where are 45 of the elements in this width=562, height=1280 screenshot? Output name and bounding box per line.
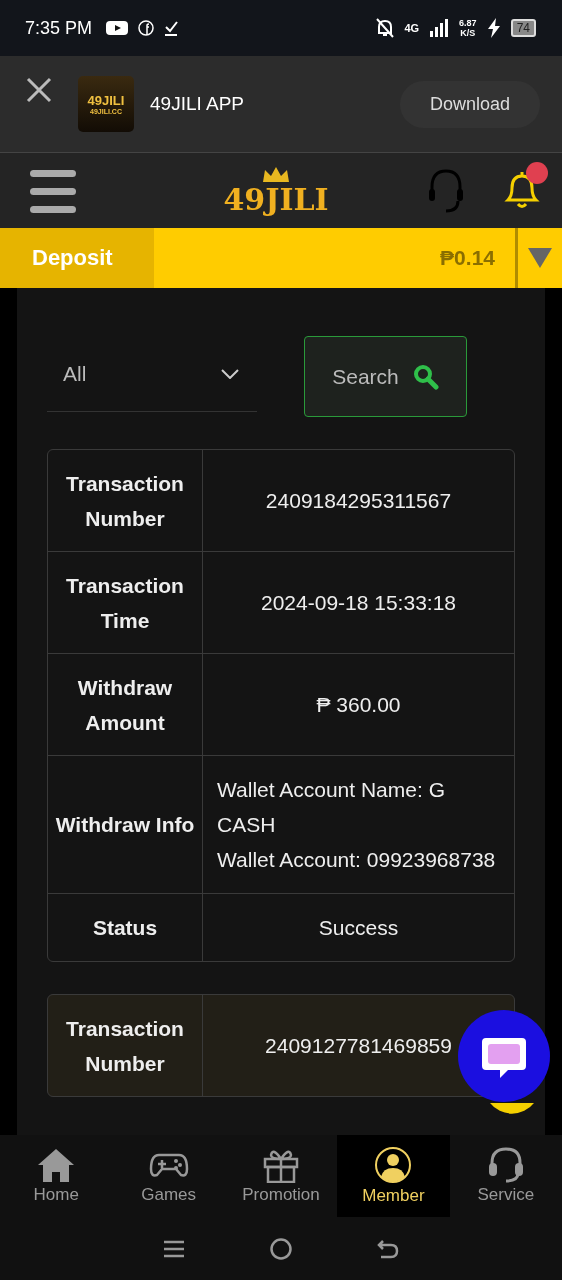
nav-tab[interactable]: Promotion <box>224 1135 338 1217</box>
field-value: Wallet Account Name: G CASH <box>217 777 446 838</box>
charging-icon <box>486 18 501 38</box>
download-button[interactable]: Download <box>399 80 540 128</box>
dropdown-icon[interactable] <box>528 248 552 268</box>
chevron-down-icon <box>221 368 239 379</box>
field-label: Transaction Number <box>65 470 185 532</box>
clock: 7:35 PM <box>25 17 93 39</box>
logo[interactable]: 49JILI <box>223 165 329 216</box>
close-icon[interactable] <box>26 77 52 103</box>
field-value: ₱ 360.00 <box>316 692 401 718</box>
field-label: Status <box>92 915 158 941</box>
download-done-icon <box>164 20 179 36</box>
signal-icon <box>429 19 450 37</box>
battery-indicator: 74 <box>510 19 536 37</box>
app-name: 49JILI APP <box>150 93 245 115</box>
field-label: Withdraw Amount <box>76 674 174 736</box>
user-icon <box>373 1146 414 1184</box>
menu-icon[interactable] <box>30 167 76 214</box>
field-value: Success <box>318 915 399 941</box>
back-icon[interactable] <box>377 1238 400 1259</box>
recents-icon[interactable] <box>162 1238 185 1259</box>
video-icon <box>106 20 129 36</box>
home-icon[interactable] <box>270 1237 292 1260</box>
balance-amount: ₱0.14 <box>440 246 495 270</box>
facebook-icon <box>138 20 155 36</box>
nav-tab[interactable]: Home <box>0 1135 113 1217</box>
field-label: Withdraw Info <box>55 812 195 838</box>
search-button[interactable]: Search <box>304 336 467 417</box>
field-value: 2409184295311567 <box>265 488 452 514</box>
field-value: 2409127781469859 <box>265 1033 452 1059</box>
network-type: 4G <box>404 22 420 34</box>
field-value: Wallet Account: 09923968738 <box>217 847 496 873</box>
nav-tab[interactable]: Member <box>337 1135 450 1217</box>
nav-tab[interactable]: Games <box>112 1135 225 1217</box>
speed-unit: K/S <box>460 28 476 38</box>
field-label: Transaction Number <box>65 1015 185 1077</box>
bell-off-icon <box>376 18 395 38</box>
field-label: Transaction Time <box>65 572 185 634</box>
nav-tab[interactable]: Service <box>449 1135 562 1217</box>
network-speed: 6.87 <box>459 18 477 28</box>
chat-button[interactable] <box>458 1010 550 1102</box>
search-icon <box>412 363 439 390</box>
field-value: 2024-09-18 15:33:18 <box>261 590 456 616</box>
type-select[interactable]: All <box>47 336 257 412</box>
